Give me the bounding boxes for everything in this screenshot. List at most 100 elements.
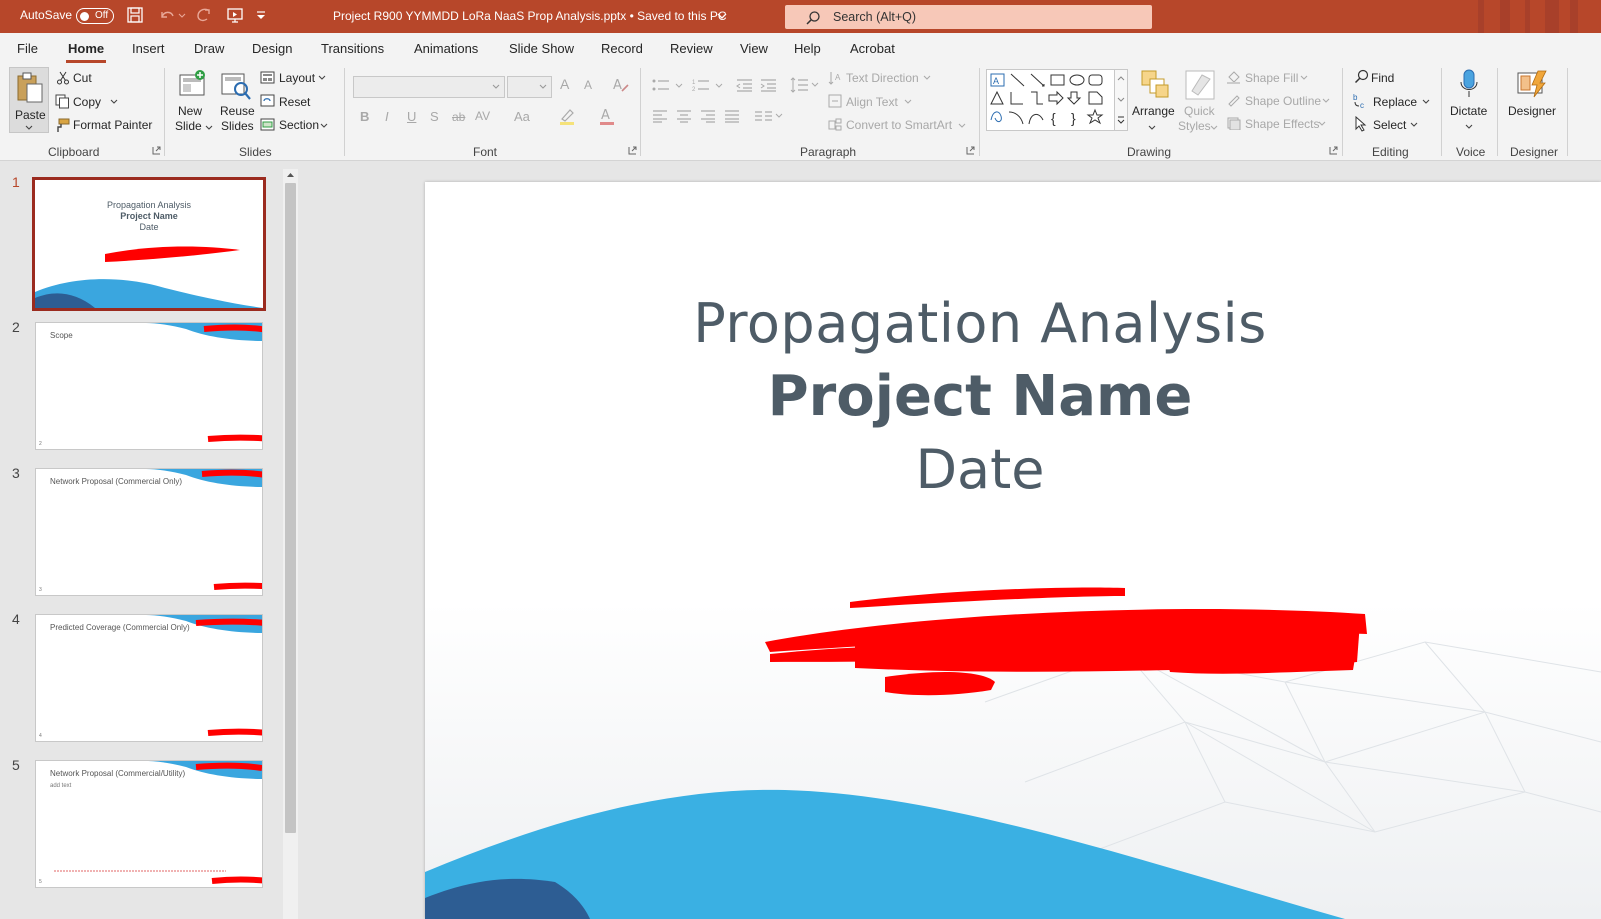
align-left-icon[interactable] [652,109,668,123]
columns-icon[interactable] [754,109,784,123]
chevron-down-icon[interactable] [205,125,213,131]
undo-dropdown-icon[interactable] [178,6,188,26]
tab-design[interactable]: Design [252,41,292,56]
customize-toolbar-icon[interactable] [254,6,274,26]
quick-styles-label-2[interactable]: Styles [1178,119,1211,133]
dictate-button[interactable]: Dictate [1450,104,1487,118]
justify-icon[interactable] [724,109,740,123]
clear-formatting-icon[interactable]: A [612,77,630,93]
font-color-icon[interactable]: A [598,107,618,125]
chevron-down-icon[interactable] [1322,98,1330,104]
shape-outline-button[interactable]: Shape Outline [1245,94,1321,108]
chevron-down-icon[interactable] [923,75,931,81]
shapes-gallery-scroll[interactable] [1114,69,1128,131]
dialog-launcher-icon[interactable] [152,146,161,155]
cut-button[interactable]: Cut [73,71,92,85]
reuse-slides-label-2[interactable]: Slides [221,119,254,133]
increase-indent-icon[interactable] [760,78,777,92]
convert-smartart-button[interactable]: Convert to SmartArt [846,118,952,132]
chevron-down-icon[interactable] [1465,124,1473,130]
dialog-launcher-icon[interactable] [1329,146,1338,155]
chevron-down-icon[interactable] [1318,121,1326,127]
shrink-font-button[interactable]: A [584,78,592,92]
chevron-down-icon[interactable] [958,123,966,129]
slide-thumbnail-1[interactable]: Propagation Analysis Project Name Date [32,177,266,311]
strikethrough-button[interactable]: ab [452,110,465,124]
tab-draw[interactable]: Draw [194,41,224,56]
italic-button[interactable]: I [385,109,389,124]
scrollbar-thumb[interactable] [285,183,296,833]
chevron-down-icon[interactable] [320,123,328,129]
tab-transitions[interactable]: Transitions [321,41,384,56]
chevron-down-icon[interactable] [904,99,912,105]
undo-icon[interactable] [158,6,178,26]
chevron-down-icon[interactable] [1210,125,1218,131]
align-text-button[interactable]: Align Text [846,95,898,109]
chevron-down-icon[interactable] [1148,125,1156,131]
tab-insert[interactable]: Insert [132,41,165,56]
present-from-start-icon[interactable] [226,6,246,26]
designer-button[interactable]: Designer [1508,104,1556,118]
shape-effects-button[interactable]: Shape Effects [1245,117,1320,131]
copy-button[interactable]: Copy [73,95,101,109]
tab-record[interactable]: Record [601,41,643,56]
new-slide-label-2[interactable]: Slide [175,119,202,133]
chevron-down-icon[interactable] [110,99,118,105]
save-icon[interactable] [126,6,146,26]
chevron-down-icon[interactable] [318,75,326,81]
font-size-select[interactable] [507,76,552,98]
grow-font-button[interactable]: A [560,76,569,92]
format-painter-button[interactable]: Format Painter [73,118,152,132]
tab-review[interactable]: Review [670,41,713,56]
bullets-icon[interactable] [652,78,686,92]
slide-thumbnail-2[interactable]: Scope 2 [35,322,263,450]
document-title[interactable]: Project R900 YYMMDD LoRa NaaS Prop Analy… [333,9,727,23]
font-family-select[interactable] [353,76,505,98]
redo-icon[interactable] [194,6,214,26]
decrease-indent-icon[interactable] [736,78,753,92]
slide-canvas[interactable]: Propagation Analysis Project Name Date [425,182,1601,919]
tab-home[interactable]: Home [68,41,104,56]
tab-animations[interactable]: Animations [414,41,478,56]
replace-button[interactable]: Replace [1373,95,1417,109]
character-spacing-button[interactable]: AV [475,109,490,123]
slide-title-line2[interactable]: Project Name [425,364,1535,429]
autosave-toggle[interactable]: Off [76,8,114,24]
underline-button[interactable]: U [407,109,416,124]
tab-file[interactable]: File [17,41,38,56]
align-center-icon[interactable] [676,109,692,123]
scroll-up-icon[interactable] [286,172,295,178]
find-button[interactable]: Find [1371,71,1394,85]
chevron-down-icon[interactable] [1410,122,1418,128]
slide-thumbnail-3[interactable]: Network Proposal (Commercial Only) 3 [35,468,263,596]
chevron-down-icon[interactable] [717,12,727,20]
paste-button[interactable]: Paste [9,67,49,133]
select-button[interactable]: Select [1373,118,1406,132]
arrange-button[interactable]: Arrange [1132,104,1175,118]
numbering-icon[interactable]: 12 [692,78,726,92]
quick-styles-label-1[interactable]: Quick [1184,104,1215,118]
search-box[interactable]: Search (Alt+Q) [785,5,1152,29]
change-case-button[interactable]: Aa [514,109,530,124]
slide-title-line3[interactable]: Date [425,438,1535,501]
tab-slide-show[interactable]: Slide Show [509,41,574,56]
dialog-launcher-icon[interactable] [966,146,975,155]
tab-view[interactable]: View [740,41,768,56]
text-direction-button[interactable]: Text Direction [846,71,919,85]
tab-help[interactable]: Help [794,41,821,56]
reset-button[interactable]: Reset [279,95,310,109]
new-slide-label-1[interactable]: New [178,104,202,118]
thumbnail-scrollbar[interactable] [283,169,298,919]
shapes-gallery[interactable]: A { } [986,69,1124,131]
chevron-down-icon[interactable] [1422,99,1430,105]
bold-button[interactable]: B [360,109,369,124]
layout-button[interactable]: Layout [279,71,315,85]
chevron-down-icon[interactable] [1300,75,1308,81]
slide-title-line1[interactable]: Propagation Analysis [425,292,1535,355]
line-spacing-icon[interactable] [790,76,820,94]
align-right-icon[interactable] [700,109,716,123]
slide-thumbnail-5[interactable]: Network Proposal (Commercial/Utility) ad… [35,760,263,888]
reuse-slides-label-1[interactable]: Reuse [220,104,255,118]
section-button[interactable]: Section [279,118,319,132]
highlight-color-icon[interactable] [558,107,578,125]
